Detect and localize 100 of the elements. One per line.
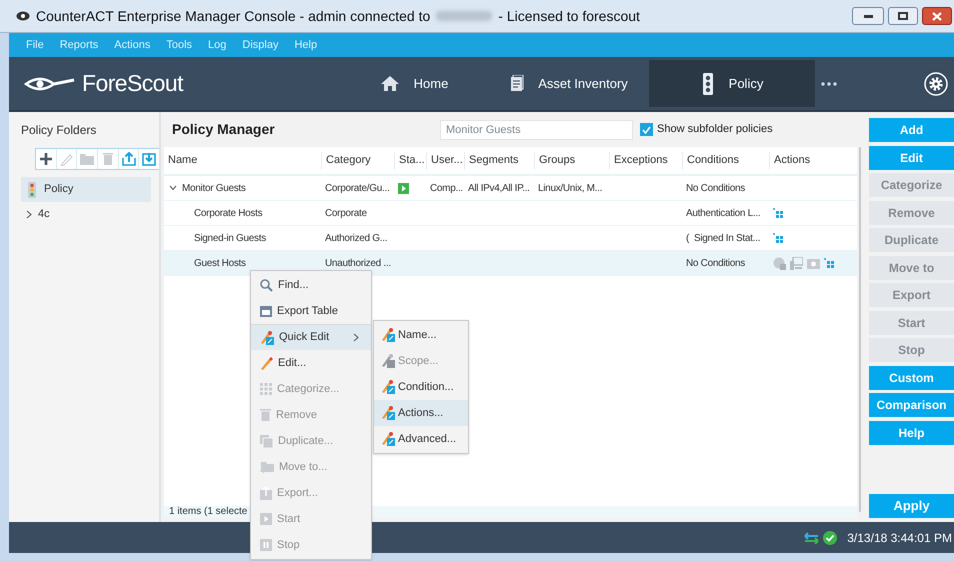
plus-icon [40, 153, 52, 165]
column-header[interactable]: Exceptions [609, 152, 682, 170]
column-header[interactable]: Sta... [394, 152, 426, 170]
table-cell-text: Corporate [325, 206, 367, 220]
window-title: CounterACT Enterprise Manager Console - admin connected to [36, 6, 430, 26]
table-cell-text: Authorized G... [325, 232, 388, 246]
pencil-icon [60, 152, 73, 166]
column-header[interactable]: Segments [464, 152, 534, 170]
column-header[interactable]: User... [426, 152, 464, 170]
menu-item[interactable]: Display [242, 36, 278, 54]
pause-icon [260, 539, 272, 551]
menu-item[interactable]: Tools [166, 36, 192, 54]
column-header[interactable]: Conditions [682, 152, 769, 170]
panel-title: Policy Folders [21, 122, 98, 139]
status-text: 1 items (1 selecte [169, 506, 248, 518]
grid-icon [824, 258, 835, 268]
pencil-box-icon [381, 328, 395, 342]
pencil-box-icon [381, 406, 395, 420]
nav-tab[interactable]: Asset Inventory [489, 60, 649, 107]
menu-item[interactable]: Edit... [251, 350, 371, 376]
pencil-box-icon [381, 432, 395, 446]
download-icon [142, 152, 156, 166]
table-cell-text: All IPv4,All IP... [468, 182, 530, 196]
check-circle-icon [823, 530, 838, 544]
table-cell-text: Corporate Hosts [194, 206, 262, 220]
pencil-icon [260, 356, 273, 370]
copy-icon [260, 434, 273, 448]
close-icon [932, 12, 942, 20]
action-button[interactable]: Custom [869, 366, 954, 390]
folder-icon [80, 153, 94, 165]
minimize-icon [864, 14, 872, 18]
search-icon [260, 278, 273, 292]
logo-text: ForeScout [82, 69, 183, 98]
menu-item[interactable]: Name... [374, 322, 468, 348]
minimize-button[interactable] [852, 7, 884, 25]
table-cell-text: ( Signed In Stat... [686, 232, 760, 246]
menu-item[interactable]: Actions [114, 36, 150, 54]
house-icon [380, 75, 400, 92]
window-title: - Licensed to forescout [498, 6, 640, 26]
column-header[interactable]: Actions [769, 152, 857, 170]
more-icon[interactable] [821, 82, 837, 86]
maximize-button[interactable] [888, 7, 918, 25]
menu-item[interactable]: Quick Edit [251, 324, 371, 350]
checkbox[interactable] [640, 123, 653, 136]
action-button[interactable]: Add [869, 118, 954, 142]
grid-icon [773, 232, 784, 244]
traffic-light-icon [26, 182, 38, 198]
checkbox-label: Show subfolder policies [657, 122, 773, 138]
apply-button[interactable]: Apply [869, 494, 954, 518]
menu-item[interactable]: Log [208, 36, 226, 54]
grid-icon [260, 383, 272, 395]
close-button[interactable] [922, 7, 952, 25]
table-cell-text: Authentication L... [686, 206, 760, 220]
action-button[interactable]: Comparison [869, 393, 954, 417]
table-cell-text: Unauthorized ... [325, 256, 391, 270]
pencil-box-icon [260, 330, 274, 344]
table-cell-text: No Conditions [686, 256, 745, 270]
table-cell-text: Comp... [430, 182, 463, 196]
grid-icon [773, 208, 784, 218]
folder-icon [260, 460, 274, 474]
sync-icon [804, 532, 820, 544]
table-row[interactable]: Monitor Guests Corporate/Gu... Comp... All IPv4,All IP... Linux/Unix, M... No Conditions [164, 176, 857, 201]
table-row[interactable]: Guest Hosts Unauthorized ... No Conditions [164, 251, 857, 276]
traffic-light-icon [700, 72, 715, 94]
camera-icon [807, 258, 820, 268]
menu-item[interactable]: Reports [60, 36, 98, 54]
chevron-down-icon[interactable] [169, 185, 177, 191]
maximize-icon [898, 12, 908, 20]
menu-item[interactable]: Actions... [374, 400, 468, 426]
column-header[interactable]: Groups [534, 152, 609, 170]
nav-tab[interactable]: Home [339, 60, 489, 107]
search-field[interactable]: Monitor Guests [440, 120, 633, 140]
check-icon [642, 126, 651, 134]
menu-item[interactable]: Condition... [374, 374, 468, 400]
redacted-address [436, 11, 492, 21]
globe-lock-icon [773, 256, 786, 270]
folder-item[interactable]: Policy [21, 177, 151, 202]
menu-item[interactable]: Export Table [251, 298, 371, 324]
table-row[interactable]: Corporate Hosts Corporate Authentication L... [164, 201, 857, 226]
menu-item[interactable]: Help [294, 36, 318, 54]
menu-item[interactable]: File [26, 36, 44, 54]
table-cell-text: Corporate/Gu... [325, 182, 390, 196]
table-cell-text: Guest Hosts [194, 256, 246, 270]
table-cell-text: Monitor Guests [182, 182, 246, 196]
action-button[interactable]: Edit [869, 146, 954, 170]
nav-tab[interactable]: Policy [649, 60, 815, 107]
action-button[interactable]: Help [869, 420, 954, 444]
computer-icon [790, 256, 803, 270]
menu-item[interactable]: Advanced... [374, 426, 468, 452]
pencil-box-icon [381, 380, 395, 394]
column-header[interactable]: Category [321, 152, 394, 170]
chevron-right-icon [26, 210, 32, 219]
export-icon [260, 486, 272, 500]
trash-icon [102, 153, 113, 165]
upload-icon [122, 152, 136, 166]
panel-title: Policy Manager [172, 120, 276, 139]
settings-icon[interactable] [924, 72, 948, 96]
column-header[interactable]: Name [164, 152, 321, 170]
folder-item[interactable]: 4c [21, 202, 151, 227]
play-icon [260, 513, 272, 525]
